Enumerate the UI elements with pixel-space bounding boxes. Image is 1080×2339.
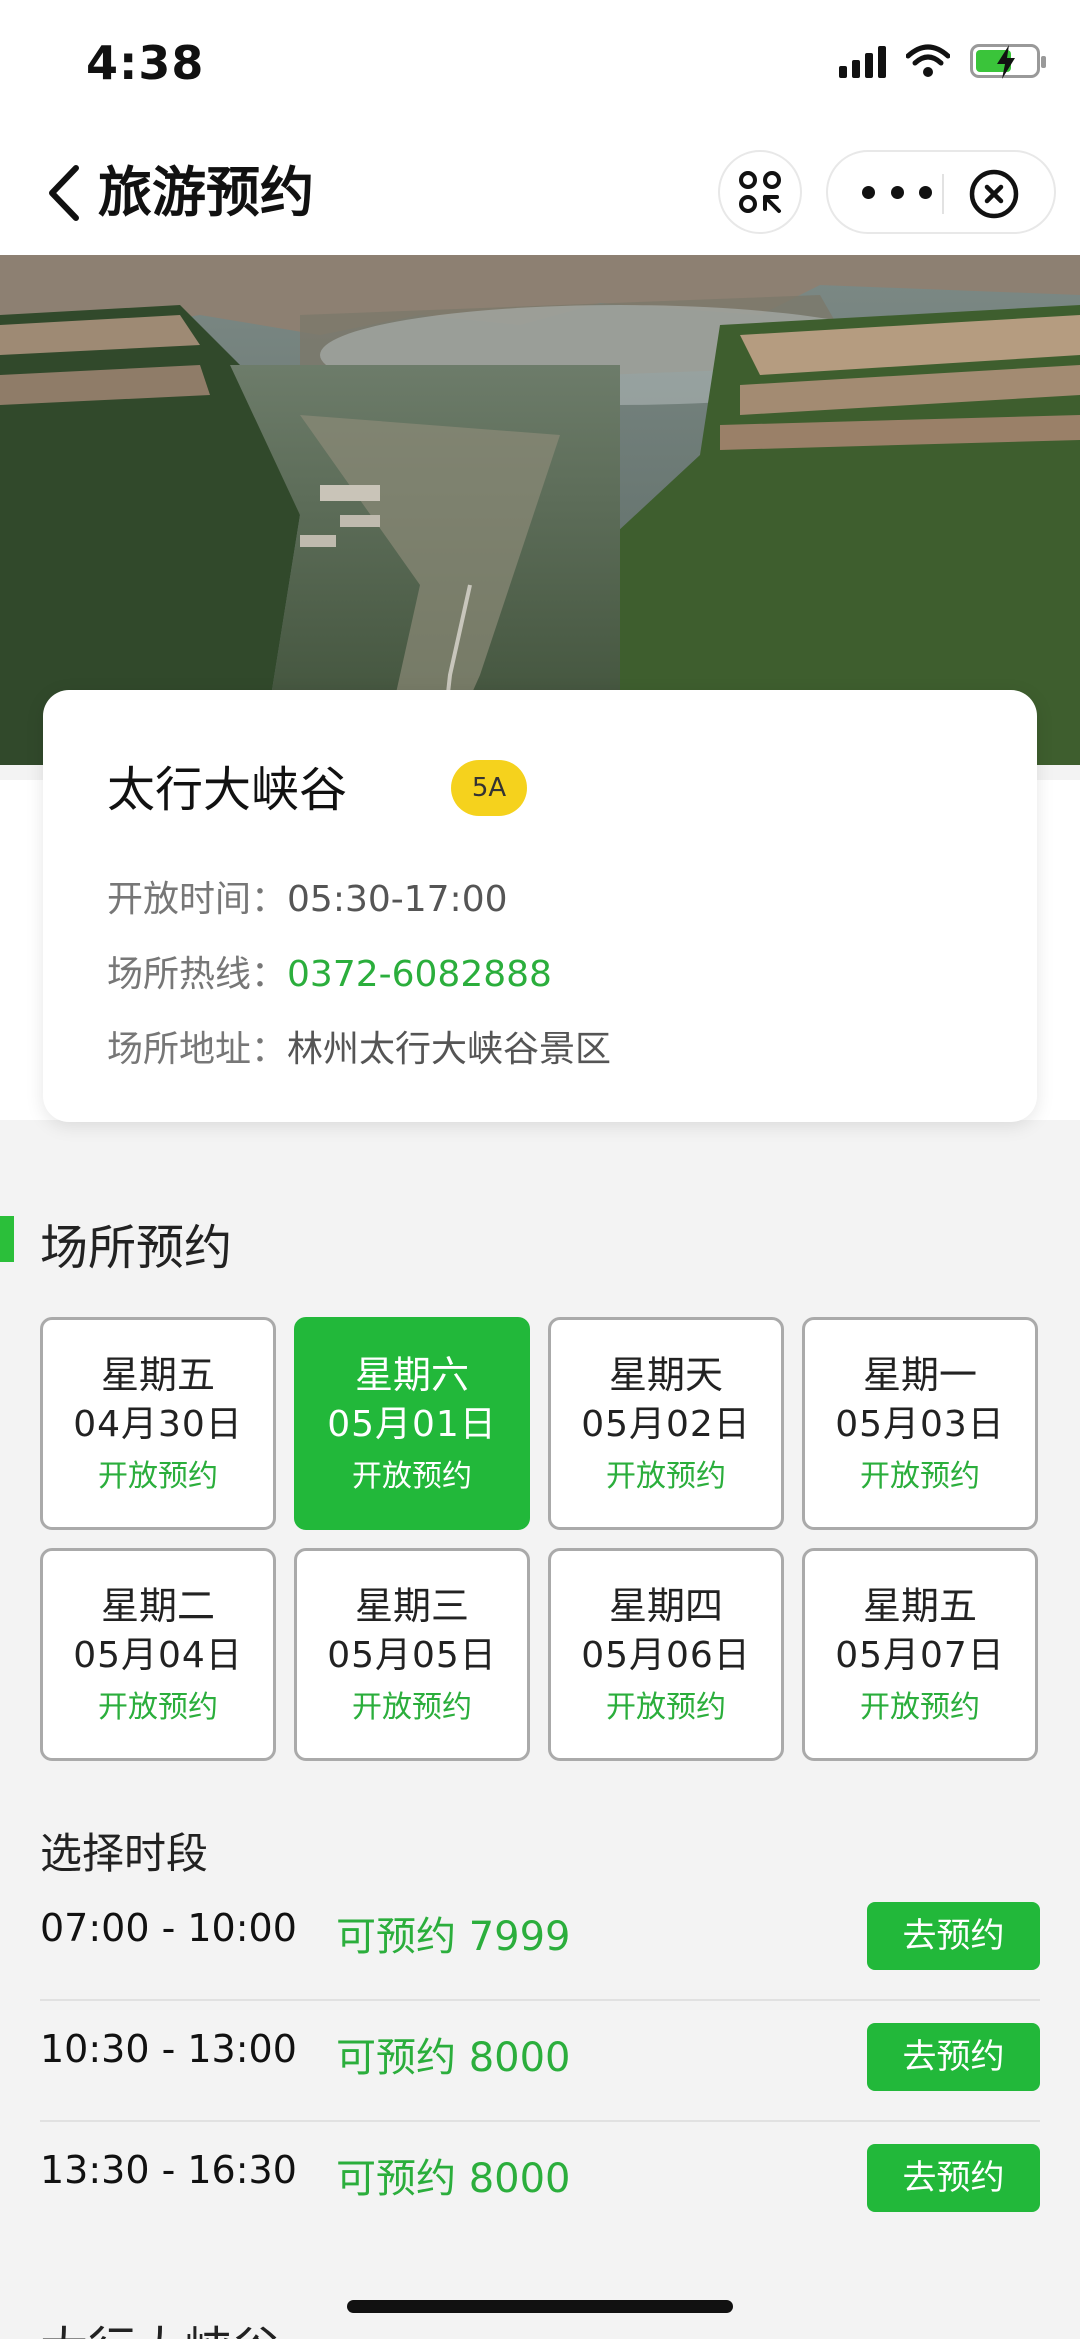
date-value: 05月07日 bbox=[835, 1635, 1005, 1676]
scan-button[interactable] bbox=[718, 150, 802, 234]
scenic-info-card: 太行大峡谷 5A 开放时间：05:30-17:00 场所热线：0372-6082… bbox=[43, 690, 1037, 1122]
nav-bar: 旅游预约 bbox=[0, 130, 1080, 255]
wifi-icon bbox=[906, 44, 950, 77]
address-value: 林州太行大峡谷景区 bbox=[287, 1029, 612, 1070]
date-weekday: 星期五 bbox=[100, 1353, 215, 1397]
page: 4:38 旅游预约 太行大峡谷 5A 开放时间：05:30-17:00 场所热线… bbox=[0, 0, 1080, 2339]
slot-time: 10:30 - 13:00 bbox=[40, 2027, 297, 2071]
date-card[interactable]: 星期二 05月04日 开放预约 bbox=[40, 1548, 276, 1761]
time-slot-row: 10:30 - 13:00 可预约 8000 去预约 bbox=[40, 2001, 1040, 2122]
slot-availability: 可预约 7999 bbox=[336, 1914, 571, 1960]
book-button[interactable]: 去预约 bbox=[867, 2144, 1040, 2212]
section-title: 场所预约 bbox=[40, 1220, 233, 1276]
open-time-value: 05:30-17:00 bbox=[287, 879, 508, 920]
date-card-selected[interactable]: 星期六 05月01日 开放预约 bbox=[294, 1317, 530, 1530]
date-weekday: 星期一 bbox=[862, 1353, 977, 1397]
date-weekday: 星期六 bbox=[354, 1353, 469, 1397]
date-value: 05月02日 bbox=[581, 1404, 751, 1445]
scan-icon bbox=[739, 171, 781, 213]
date-weekday: 星期三 bbox=[354, 1584, 469, 1628]
date-value: 05月01日 bbox=[327, 1404, 497, 1445]
hotline-row: 场所热线：0372-6082888 bbox=[107, 945, 552, 997]
date-weekday: 星期四 bbox=[608, 1584, 723, 1628]
status-time: 4:38 bbox=[86, 36, 205, 90]
back-icon[interactable] bbox=[40, 158, 90, 228]
time-slot-row: 07:00 - 10:00 可预约 7999 去预约 bbox=[40, 1880, 1040, 2001]
slot-section-title: 选择时段 bbox=[40, 1829, 209, 1878]
status-bar: 4:38 bbox=[0, 0, 1080, 130]
date-weekday: 星期天 bbox=[608, 1353, 723, 1397]
date-card[interactable]: 星期一 05月03日 开放预约 bbox=[802, 1317, 1038, 1530]
book-button[interactable]: 去预约 bbox=[867, 1902, 1040, 1970]
address-row: 场所地址：林州太行大峡谷景区 bbox=[107, 1020, 611, 1072]
page-title: 旅游预约 bbox=[98, 161, 314, 224]
date-value: 05月04日 bbox=[73, 1635, 243, 1676]
date-card[interactable]: 星期五 05月07日 开放预约 bbox=[802, 1548, 1038, 1761]
date-card[interactable]: 星期三 05月05日 开放预约 bbox=[294, 1548, 530, 1761]
date-value: 05月05日 bbox=[327, 1635, 497, 1676]
date-status: 开放预约 bbox=[860, 1459, 980, 1494]
date-status: 开放预约 bbox=[860, 1690, 980, 1725]
section-accent-bar bbox=[0, 1216, 14, 1262]
date-status: 开放预约 bbox=[606, 1690, 726, 1725]
time-slot-row: 13:30 - 16:30 可预约 8000 去预约 bbox=[40, 2122, 1040, 2243]
address-label: 场所地址： bbox=[107, 1029, 288, 1070]
date-card[interactable]: 星期天 05月02日 开放预约 bbox=[548, 1317, 784, 1530]
date-card[interactable]: 星期四 05月06日 开放预约 bbox=[548, 1548, 784, 1761]
home-indicator[interactable] bbox=[347, 2300, 733, 2313]
scenic-photo bbox=[0, 255, 1080, 765]
date-status: 开放预约 bbox=[98, 1459, 218, 1494]
date-status: 开放预约 bbox=[352, 1690, 472, 1725]
date-status: 开放预约 bbox=[352, 1459, 472, 1494]
next-section-title: 太行大峡谷 bbox=[40, 2310, 280, 2339]
slot-availability: 可预约 8000 bbox=[336, 2156, 571, 2202]
signal-icon bbox=[839, 44, 886, 78]
hotline-label: 场所热线： bbox=[107, 954, 288, 995]
date-weekday: 星期二 bbox=[100, 1584, 215, 1628]
slot-availability: 可预约 8000 bbox=[336, 2035, 571, 2081]
more-icon[interactable] bbox=[862, 172, 932, 212]
date-value: 04月30日 bbox=[73, 1404, 243, 1445]
date-value: 05月06日 bbox=[581, 1635, 751, 1676]
hotline-link[interactable]: 0372-6082888 bbox=[287, 954, 552, 995]
slot-time: 07:00 - 10:00 bbox=[40, 1906, 297, 1950]
slot-time: 13:30 - 16:30 bbox=[40, 2148, 297, 2192]
capsule-divider bbox=[942, 174, 944, 214]
date-value: 05月03日 bbox=[835, 1404, 1005, 1445]
level-badge: 5A bbox=[451, 760, 527, 816]
mini-program-capsule bbox=[826, 150, 1056, 234]
site-name: 太行大峡谷 bbox=[107, 762, 348, 818]
date-status: 开放预约 bbox=[606, 1459, 726, 1494]
open-time-row: 开放时间：05:30-17:00 bbox=[107, 870, 508, 922]
book-button[interactable]: 去预约 bbox=[867, 2023, 1040, 2091]
close-icon[interactable] bbox=[968, 168, 1020, 220]
date-weekday: 星期五 bbox=[862, 1584, 977, 1628]
open-time-label: 开放时间： bbox=[107, 879, 288, 920]
date-card[interactable]: 星期五 04月30日 开放预约 bbox=[40, 1317, 276, 1530]
status-icons bbox=[839, 44, 1046, 79]
battery-icon bbox=[970, 44, 1046, 79]
date-status: 开放预约 bbox=[98, 1690, 218, 1725]
